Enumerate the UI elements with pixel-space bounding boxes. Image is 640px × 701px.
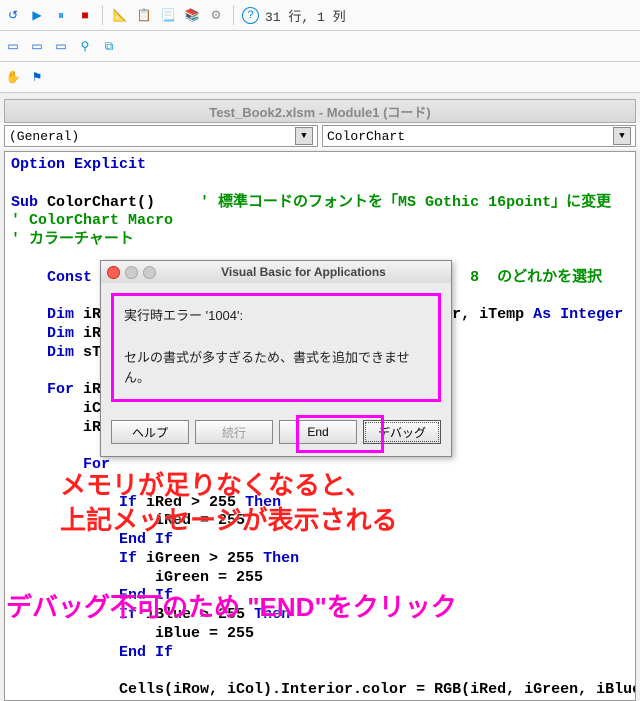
close-icon[interactable] — [107, 266, 120, 279]
project-explorer-icon[interactable]: 📋 — [135, 6, 153, 24]
reset-icon[interactable]: ↺ — [4, 6, 22, 24]
annotation-memory: メモリが足りなくなると、上記メッセージが表示される — [60, 468, 397, 538]
window-title: Test_Book2.xlsm - Module1 (コード) — [209, 102, 431, 121]
hand-icon[interactable]: ✋ — [4, 68, 22, 86]
object-browser-icon[interactable]: 📚 — [183, 6, 201, 24]
step-over-icon[interactable]: ▭ — [28, 37, 46, 55]
help-button[interactable]: ヘルプ — [111, 420, 189, 444]
dialog-title: Visual Basic for Applications — [162, 265, 445, 279]
main-toolbar: ↺ ▶ ⏸ ■ 📐 📋 📃 📚 ⚙ ? 31 行, 1 列 — [0, 0, 640, 31]
code-dropdowns: (General) ▼ ColorChart ▼ — [0, 123, 640, 149]
step-out-icon[interactable]: ▭ — [52, 37, 70, 55]
breakpoint-toolbar: ✋ ⚑ — [0, 62, 640, 93]
zoom-icon — [143, 266, 156, 279]
dialog-message: 実行時エラー '1004': セルの書式が多すぎるため、書式を追加できません。 — [111, 293, 441, 402]
cursor-position: 31 行, 1 列 — [265, 6, 346, 25]
properties-icon[interactable]: 📃 — [159, 6, 177, 24]
link-icon[interactable]: ⚲ — [76, 37, 94, 55]
toolbox-icon[interactable]: ⚙ — [207, 6, 225, 24]
play-icon[interactable]: ▶ — [28, 6, 46, 24]
chevron-down-icon[interactable]: ▼ — [295, 127, 313, 145]
dialog-titlebar: Visual Basic for Applications — [101, 261, 451, 283]
chevron-down-icon[interactable]: ▼ — [613, 127, 631, 145]
debug-toolbar: ▭ ▭ ▭ ⚲ ⧉ — [0, 31, 640, 62]
design-mode-icon[interactable]: 📐 — [111, 6, 129, 24]
error-dialog: Visual Basic for Applications 実行時エラー '10… — [100, 260, 452, 457]
traffic-lights — [107, 266, 156, 279]
pause-icon[interactable]: ⏸ — [52, 6, 70, 24]
step-into-icon[interactable]: ▭ — [4, 37, 22, 55]
annotation-instruction: デバッグ不可のため "END"をクリック — [6, 590, 457, 625]
dialog-buttons: ヘルプ 続行 End デバッグ — [101, 412, 451, 456]
help-icon[interactable]: ? — [242, 7, 259, 24]
window-titlebar: Test_Book2.xlsm - Module1 (コード) — [4, 99, 636, 123]
continue-button: 続行 — [195, 420, 273, 444]
minimize-icon — [125, 266, 138, 279]
object-dropdown[interactable]: (General) ▼ — [4, 125, 318, 147]
end-button[interactable]: End — [279, 420, 357, 444]
stack-icon[interactable]: ⧉ — [100, 37, 118, 55]
debug-button[interactable]: デバッグ — [363, 420, 441, 444]
flag-icon[interactable]: ⚑ — [28, 68, 46, 86]
procedure-dropdown[interactable]: ColorChart ▼ — [322, 125, 636, 147]
stop-icon[interactable]: ■ — [76, 6, 94, 24]
